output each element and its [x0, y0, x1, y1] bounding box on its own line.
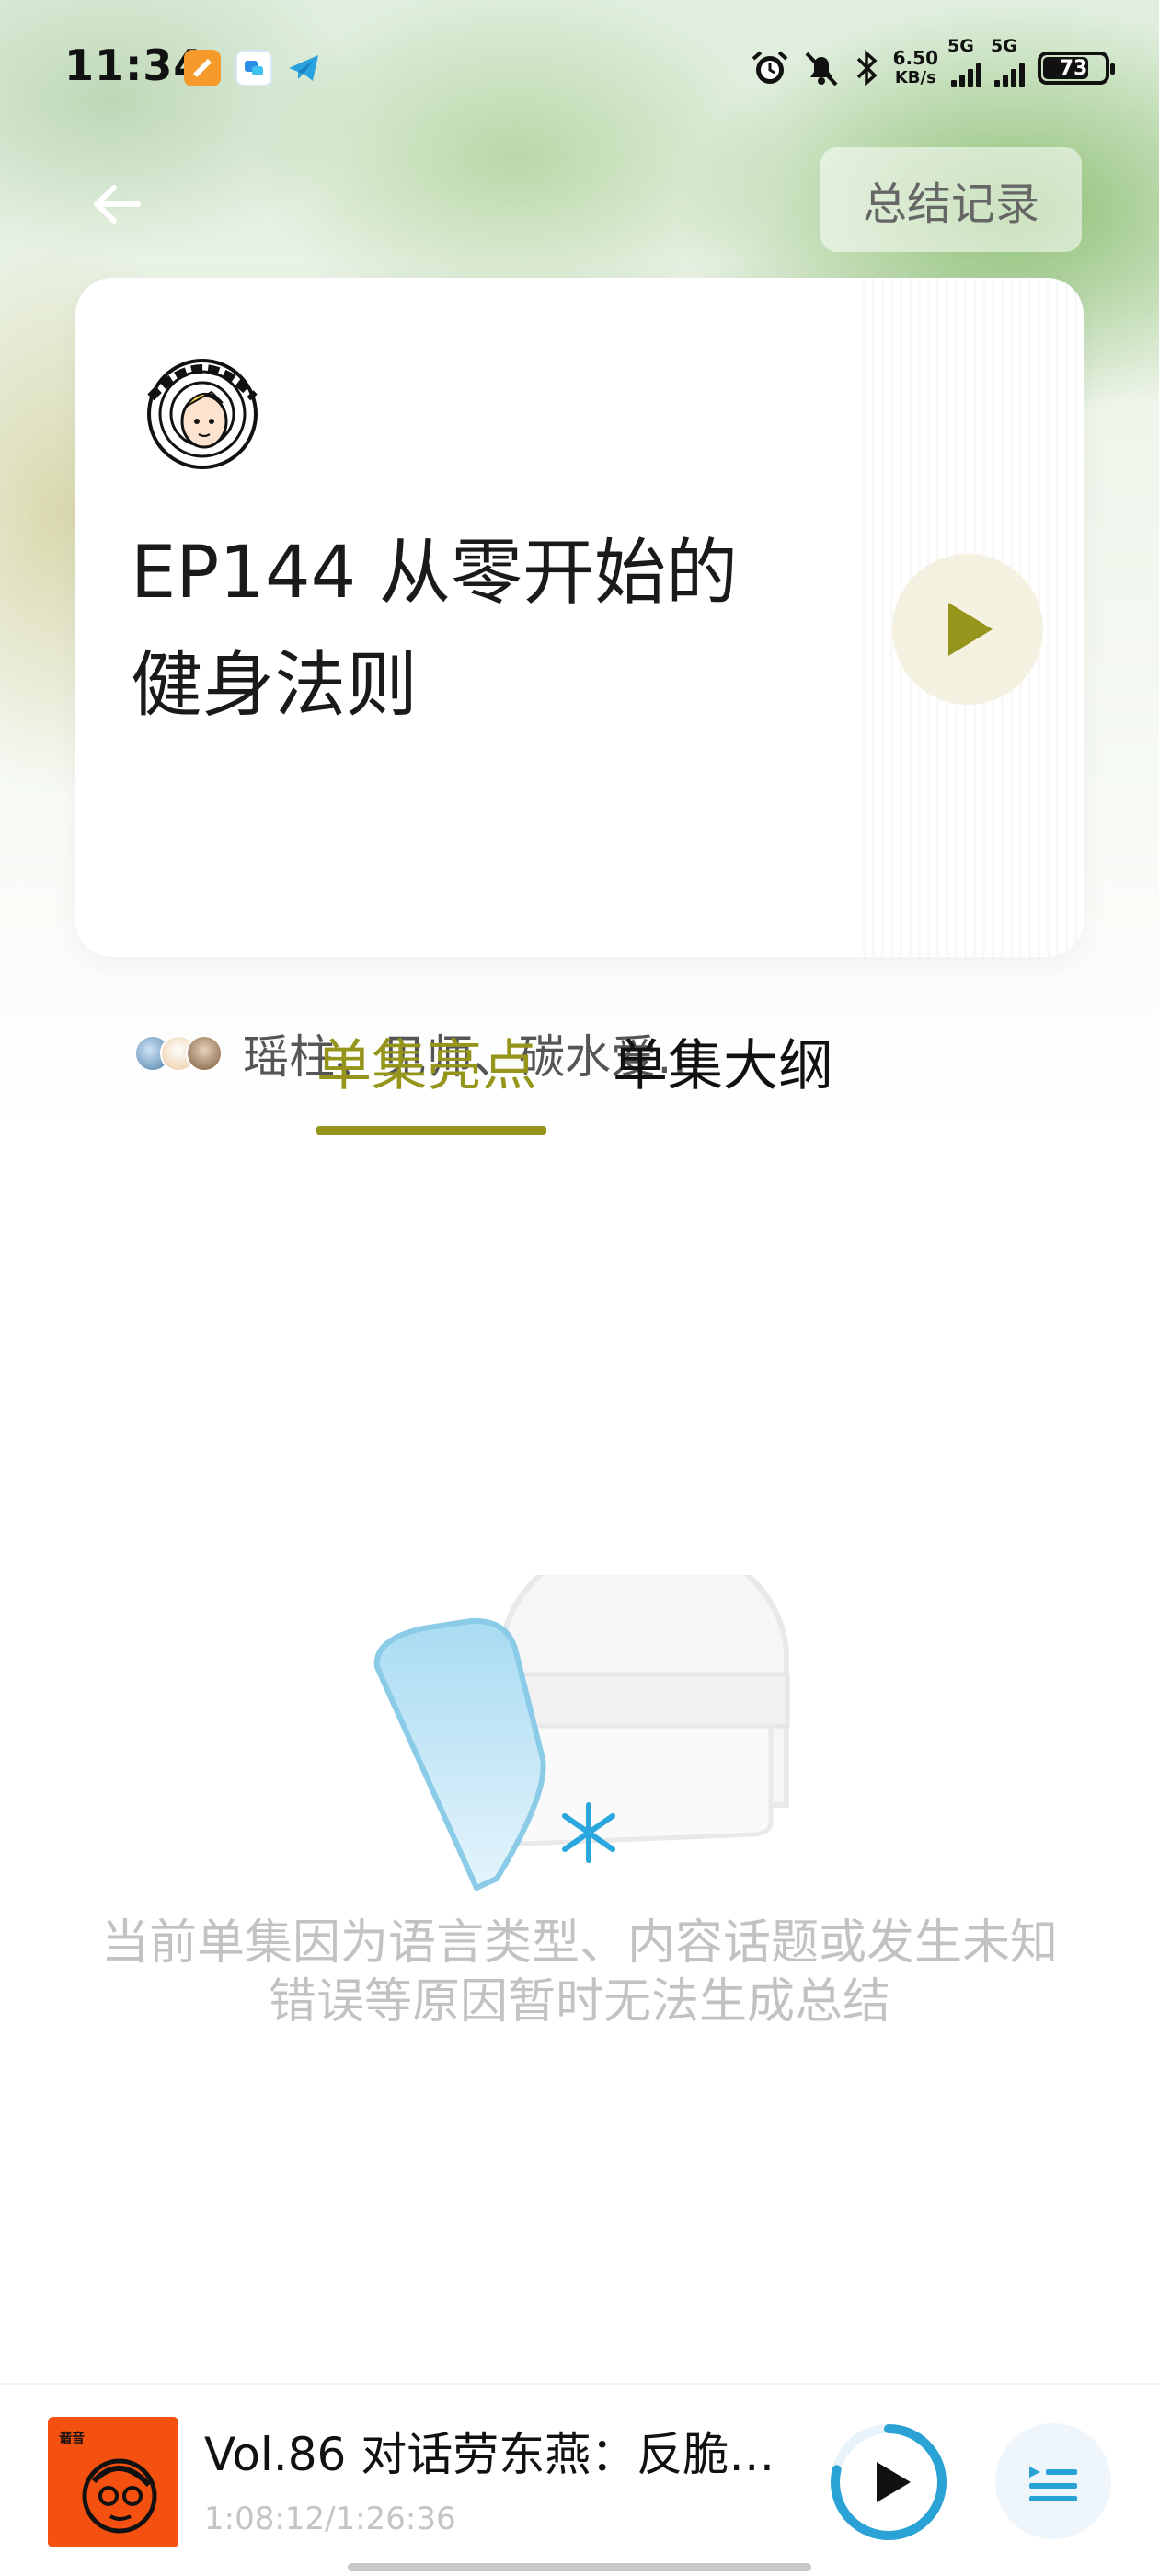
- signal-sim1-icon: 5G: [947, 36, 981, 87]
- telegram-icon: [285, 50, 322, 86]
- arrow-left-icon: [94, 185, 141, 224]
- now-playing-cover: 谐音: [48, 2417, 178, 2547]
- status-time: 11:34: [64, 40, 204, 90]
- playlist-button[interactable]: [995, 2423, 1111, 2539]
- summary-history-button[interactable]: 总结记录: [820, 147, 1082, 252]
- play-icon: [948, 603, 993, 656]
- empty-state-illustration: [368, 1534, 791, 1906]
- signal-sim2-icon: 5G: [991, 36, 1025, 87]
- now-playing-title: Vol.86 对话劳东燕：反脆…: [204, 2428, 775, 2481]
- episode-card: EP144 从零开始的 健身法则 瑶柱、见师、碳水爱…: [75, 278, 1084, 1084]
- chat-app-icon: [235, 50, 272, 86]
- mini-play-button[interactable]: [826, 2420, 951, 2545]
- network-speed: 6.50 KB/s: [892, 47, 938, 87]
- active-tab-indicator: [316, 1126, 546, 1135]
- mute-bell-icon: [805, 52, 838, 86]
- mini-player[interactable]: 谐音 Vol.86 对话劳东燕：反脆… 1:08:12/1:26:36: [0, 2383, 1159, 2576]
- episode-play-button[interactable]: [892, 554, 1043, 705]
- episode-title: EP144 从零开始的 健身法则: [131, 532, 738, 727]
- host-avatar: [186, 1035, 223, 1072]
- tab-outline[interactable]: 单集大纲: [613, 1021, 833, 1101]
- play-icon: [877, 2462, 911, 2502]
- now-playing-time: 1:08:12/1:26:36: [204, 2501, 456, 2537]
- podcast-logo: [138, 346, 267, 475]
- battery-indicator: 73: [1038, 52, 1115, 85]
- tab-highlights[interactable]: 单集亮点: [316, 1021, 537, 1101]
- bluetooth-icon: [856, 50, 878, 86]
- status-bar: 11:34 6.50 KB/s 5G 5G 73: [0, 0, 1159, 138]
- empty-state-message: 当前单集因为语言类型、内容话题或发生未知 错误等原因暂时无法生成总结: [100, 1915, 1058, 2030]
- back-button[interactable]: [79, 167, 153, 241]
- home-indicator[interactable]: [348, 2563, 811, 2571]
- notes-app-icon: [184, 50, 221, 86]
- svg-text:谐音: 谐音: [59, 2431, 85, 2446]
- playlist-icon: [1029, 2467, 1077, 2501]
- alarm-icon: [752, 51, 787, 84]
